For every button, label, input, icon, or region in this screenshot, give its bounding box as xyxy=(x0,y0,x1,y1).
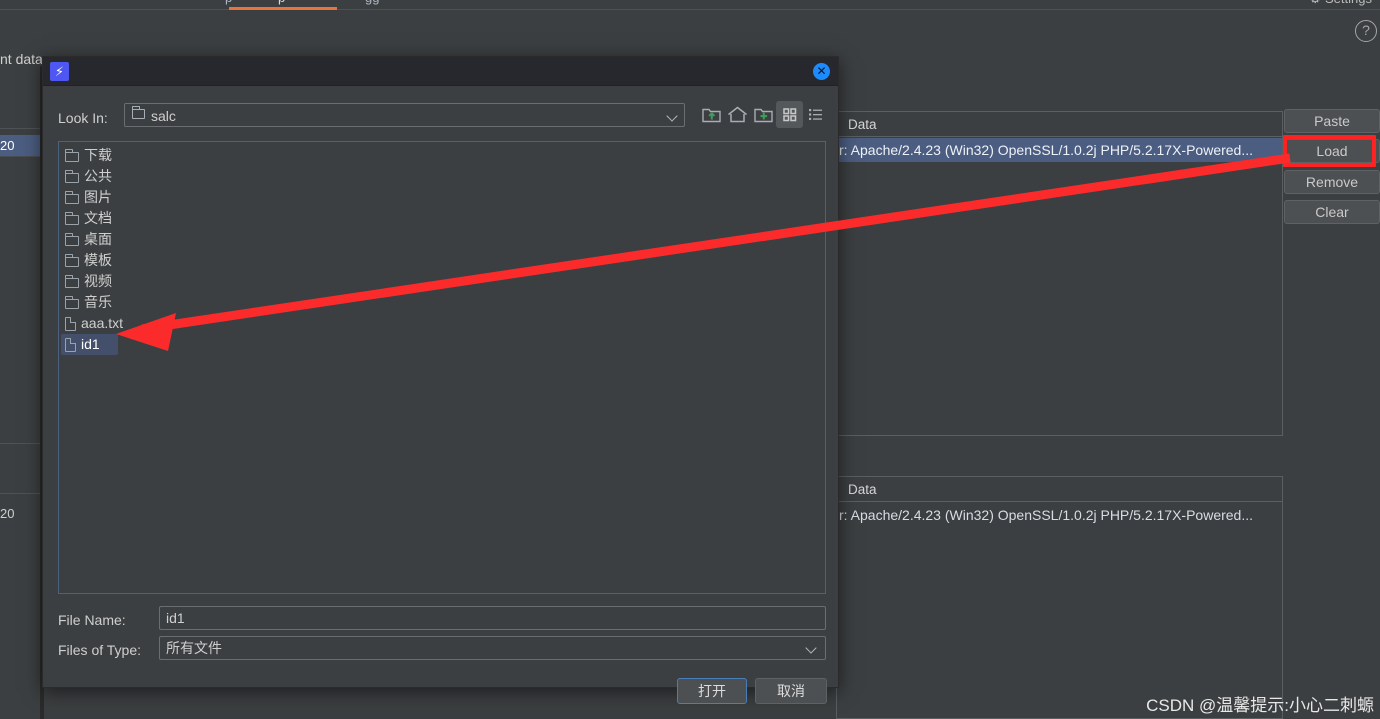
settings-button[interactable]: ⚙ Settings xyxy=(1309,0,1372,7)
data-panel-top: Data r: Apache/2.4.23 (Win32) OpenSSL/1.… xyxy=(836,111,1283,436)
file-name-input[interactable]: id1 xyxy=(159,606,826,630)
list-item-label: 下载 xyxy=(84,147,112,163)
up-folder-glyph xyxy=(702,108,721,123)
list-view-glyph xyxy=(809,109,822,120)
files-of-type-select[interactable]: 所有文件 xyxy=(159,636,826,660)
folder-icon xyxy=(64,190,79,204)
files-of-type-value: 所有文件 xyxy=(166,640,222,656)
background-truncated-label: nt data xyxy=(0,51,43,67)
home-glyph xyxy=(728,106,747,123)
row-divider xyxy=(0,128,41,129)
watermark: CSDN @温馨提示:小心二刺螈 xyxy=(1146,696,1374,715)
files-of-type-label: Files of Type: xyxy=(58,642,142,658)
folder-icon xyxy=(131,105,145,119)
list-item: 视频 xyxy=(61,271,112,292)
help-circle-icon[interactable]: ? xyxy=(1355,20,1377,42)
list-item-label: 模板 xyxy=(84,252,112,268)
list-item: 音乐 xyxy=(61,292,112,313)
list-item-label: 音乐 xyxy=(84,294,112,310)
folder-icon xyxy=(64,211,79,225)
cancel-button[interactable]: 取消 xyxy=(755,678,827,704)
grid-view-icon[interactable] xyxy=(776,101,803,128)
home-icon[interactable] xyxy=(724,101,751,128)
paste-button[interactable]: Paste xyxy=(1284,109,1380,133)
file-icon xyxy=(65,338,76,352)
folder-icon xyxy=(64,295,79,309)
screen-root: p p gg ⚙ Settings ? nt data 20 20 Data r:… xyxy=(0,0,1380,719)
list-item: 桌面 xyxy=(61,229,112,250)
open-button[interactable]: 打开 xyxy=(677,678,747,704)
chevron-down-icon[interactable] xyxy=(666,110,678,122)
list-item: 公共 xyxy=(61,166,112,187)
background-tab-1[interactable]: p xyxy=(278,0,285,5)
list-item-label: 图片 xyxy=(84,189,112,205)
background-left-table: 20 20 xyxy=(0,66,41,719)
look-in-combobox[interactable]: salc xyxy=(124,103,685,127)
settings-label: Settings xyxy=(1325,0,1372,6)
grid-view-glyph xyxy=(783,108,797,122)
table-row[interactable]: r: Apache/2.4.23 (Win32) OpenSSL/1.0.2j … xyxy=(837,503,1282,527)
gear-icon: ⚙ xyxy=(1309,0,1321,7)
folder-icon xyxy=(64,148,79,162)
dialog-body: Look In: salc 下载 公共 图片 文档 桌面 模板 视频 音乐 aa… xyxy=(43,86,838,704)
new-folder-icon[interactable] xyxy=(750,101,777,128)
list-item: aaa.txt xyxy=(61,313,123,334)
row-divider xyxy=(0,493,41,494)
file-list[interactable]: 下载 公共 图片 文档 桌面 模板 视频 音乐 aaa.txt id1 xyxy=(58,141,826,594)
remove-button[interactable]: Remove xyxy=(1284,170,1380,194)
list-item-label: aaa.txt xyxy=(81,315,124,331)
list-view-icon[interactable] xyxy=(802,101,829,128)
background-left-row[interactable]: 20 xyxy=(0,135,40,157)
row-divider xyxy=(0,443,41,444)
lightning-bolt-icon: ⚡ xyxy=(50,62,69,81)
folder-icon xyxy=(64,253,79,267)
list-item: 下载 xyxy=(61,145,112,166)
list-item: 图片 xyxy=(61,187,112,208)
list-item-label: 桌面 xyxy=(84,231,112,247)
list-item: 文档 xyxy=(61,208,112,229)
chevron-down-icon[interactable] xyxy=(805,642,817,654)
new-folder-glyph xyxy=(754,108,773,123)
data-column-header: Data xyxy=(837,477,1282,502)
table-row[interactable]: r: Apache/2.4.23 (Win32) OpenSSL/1.0.2j … xyxy=(837,138,1282,162)
data-panel-bottom: Data r: Apache/2.4.23 (Win32) OpenSSL/1.… xyxy=(836,476,1283,719)
list-item-label: 文档 xyxy=(84,210,112,226)
folder-icon xyxy=(64,232,79,246)
list-item-selected[interactable]: id1 xyxy=(61,334,118,355)
folder-icon xyxy=(64,274,79,288)
background-tab-2[interactable]: gg xyxy=(365,0,379,5)
background-tab-0[interactable]: p xyxy=(225,0,232,5)
up-folder-icon[interactable] xyxy=(698,101,725,128)
list-item-label: 公共 xyxy=(84,168,112,184)
background-tab-strip: p p gg ⚙ Settings xyxy=(0,0,1380,11)
close-icon[interactable]: ✕ xyxy=(813,63,830,80)
active-tab-underline xyxy=(229,7,337,10)
background-left-row[interactable]: 20 xyxy=(0,503,40,525)
list-item: 模板 xyxy=(61,250,112,271)
list-item-label: id1 xyxy=(81,336,100,352)
folder-icon xyxy=(64,169,79,183)
look-in-value: salc xyxy=(151,108,176,124)
file-name-label: File Name: xyxy=(58,612,126,628)
clear-button[interactable]: Clear xyxy=(1284,200,1380,224)
load-button-highlight-annotation xyxy=(1283,135,1376,167)
list-item-label: 视频 xyxy=(84,273,112,289)
file-chooser-dialog: ⚡ ✕ Look In: salc 下载 公共 图片 文档 桌面 模板 视频 音… xyxy=(42,56,839,704)
dialog-titlebar: ⚡ ✕ xyxy=(43,57,838,86)
data-column-header: Data xyxy=(837,112,1282,137)
file-icon xyxy=(65,317,76,331)
look-in-label: Look In: xyxy=(58,110,108,126)
